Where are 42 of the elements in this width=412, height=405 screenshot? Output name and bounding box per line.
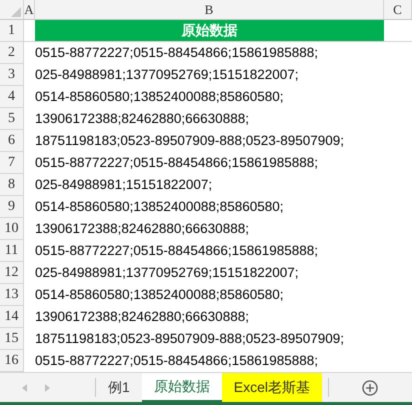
column-header: A [24,0,34,19]
row-number: 8 [8,176,15,194]
table-cell-text: 0515-88772227;0515-88454866;15861985888; [35,352,318,370]
row-number: 2 [8,44,15,62]
table-cell-text: 0514-85860580;13852400088;85860580; [35,198,284,216]
table-cell-text: 13906172388;82462880;66630888; [35,220,249,238]
row-number: 4 [8,88,15,106]
table-cell-text: 025-84988981;15151822007; [35,176,212,194]
row-number: 11 [4,242,18,260]
scroll-right-icon[interactable] [45,384,50,392]
sheet-tab[interactable]: 原始数据 [142,373,222,402]
column-header: C [393,0,402,19]
table-cell-text: 0515-88772227;0515-88454866;15861985888; [35,154,318,172]
table-cell-text: 0514-85860580;13852400088;85860580; [35,286,284,304]
table-cell-text: 13906172388;82462880;66630888; [35,110,249,128]
select-all-icon[interactable] [11,7,21,17]
row-number: 6 [8,132,15,150]
row-number: 12 [4,264,18,282]
add-sheet-icon[interactable] [362,380,378,396]
row-number: 9 [8,198,15,216]
row-number: 3 [8,66,15,84]
column-header: B [204,0,214,19]
table-cell-text: 18751198183;0523-89507909-888;0523-89507909; [35,330,344,348]
row-number: 13 [4,286,18,304]
row-number: 5 [8,110,15,128]
table-cell-text: 0515-88772227;0515-88454866;15861985888; [35,242,318,260]
row-number: 15 [4,330,18,348]
row-number: 14 [4,308,18,326]
scroll-left-icon[interactable] [22,384,27,392]
row-number: 16 [4,352,18,370]
table-cell-text: 025-84988981;13770952769;15151822007; [35,264,299,282]
table-cell-text: 0514-85860580;13852400088;85860580; [35,88,284,106]
table-cell-text: 025-84988981;13770952769;15151822007; [35,66,299,84]
table-cell-text: 18751198183;0523-89507909-888;0523-89507909; [35,132,344,150]
table-cell-text: 13906172388;82462880;66630888; [35,308,249,326]
row-number: 7 [8,154,15,172]
row-number: 10 [4,220,18,238]
header-cell: 原始数据 [35,20,384,42]
table-cell-text: 0515-88772227;0515-88454866;15861985888; [35,44,318,62]
row-number: 1 [8,22,15,40]
sheet-tab[interactable]: Excel老斯基 [222,373,322,402]
sheet-tab[interactable]: 例1 [96,373,142,402]
